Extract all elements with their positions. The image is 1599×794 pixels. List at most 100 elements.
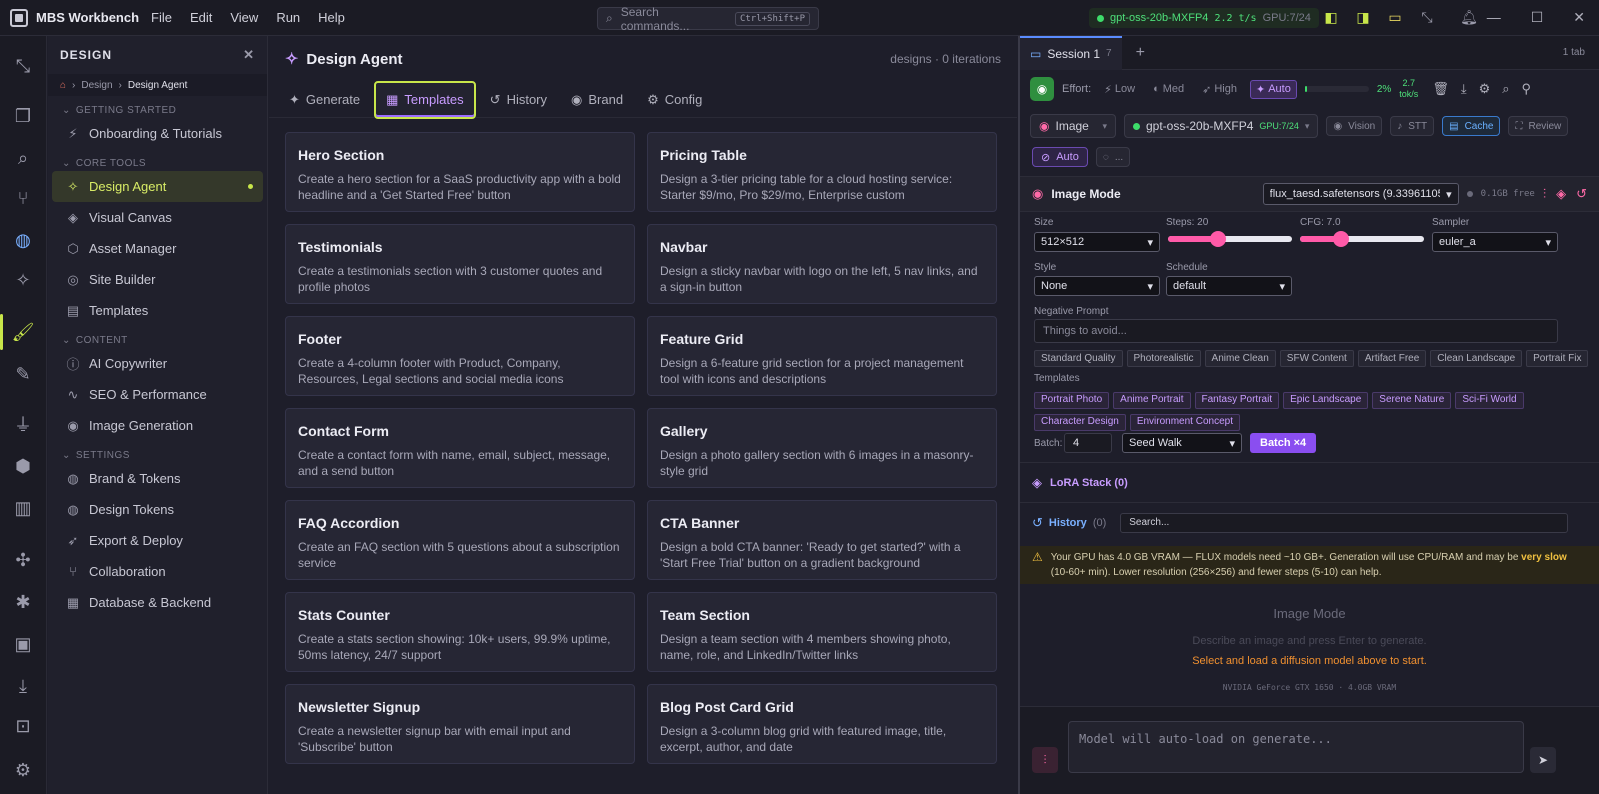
bell-icon[interactable]: 🔔︎ <box>1460 8 1478 26</box>
breadcrumb-design[interactable]: Design <box>81 80 112 91</box>
batch-generate-button[interactable]: Batch ×4 <box>1250 433 1317 453</box>
sparkle-icon[interactable]: ✧ <box>9 266 37 294</box>
effort-low-button[interactable]: ⚡︎ Low <box>1099 81 1140 98</box>
layout-icon[interactable]: ▭ <box>1386 8 1404 26</box>
close-window-icon[interactable]: ✕ <box>1573 9 1585 26</box>
tab-generate[interactable]: ✦ Generate <box>279 82 370 118</box>
menu-file[interactable]: File <box>142 10 181 25</box>
vision-toggle[interactable]: ◉ Vision <box>1326 116 1383 136</box>
template-card[interactable]: Feature Grid Design a 6-feature grid sect… <box>647 316 997 396</box>
cache-toggle[interactable]: ▤ Cache <box>1442 116 1501 136</box>
cfg-thumb[interactable] <box>1332 231 1349 247</box>
sidebar-item-visual-canvas[interactable]: ◈ Visual Canvas <box>52 202 263 233</box>
sidebar-item-image-generation[interactable]: ◉ Image Generation <box>52 410 263 441</box>
sidebar-section-label[interactable]: ⌄ GETTING STARTED <box>48 96 267 118</box>
sidebar-item-seo-performance[interactable]: ∿ SEO & Performance <box>52 379 263 410</box>
search-icon[interactable]: ⌕ <box>9 144 37 172</box>
command-palette-input[interactable]: ⌕ Search commands... Ctrl+Shift+P <box>597 5 819 33</box>
sidebar-item-export-deploy[interactable]: ➶ Export & Deploy <box>52 525 263 556</box>
collapse-icon[interactable]: ⤡ <box>1418 8 1436 26</box>
image-template-tag[interactable]: Portrait Photo <box>1034 391 1110 409</box>
batch-count-input[interactable]: 4 <box>1064 433 1112 453</box>
template-card[interactable]: CTA Banner Design a bold CTA banner: 'Rea… <box>647 500 997 580</box>
negative-preset-tag[interactable]: Portrait Fix <box>1526 350 1589 367</box>
chip-icon[interactable]: ▣ <box>9 630 37 658</box>
menu-edit[interactable]: Edit <box>181 10 221 25</box>
sidebar-item-design-agent[interactable]: ✧ Design Agent <box>52 171 263 202</box>
review-toggle[interactable]: ⛶ Review <box>1508 116 1569 136</box>
maximize-icon[interactable]: ☐ <box>1531 9 1544 26</box>
add-session-icon[interactable]: + <box>1136 44 1145 62</box>
template-card[interactable]: Gallery Design a photo gallery section wi… <box>647 408 997 488</box>
sidebar-item-design-tokens[interactable]: ◍ Design Tokens <box>52 494 263 525</box>
sidebar-item-brand-tokens[interactable]: ◍ Brand & Tokens <box>52 463 263 494</box>
image-template-tag[interactable]: Serene Nature <box>1372 391 1452 409</box>
download-icon[interactable]: ⤓ <box>1461 81 1467 97</box>
gear-icon[interactable]: ⚙ <box>1479 81 1491 97</box>
sidebar-section-label[interactable]: ⌄ CORE TOOLS <box>48 149 267 171</box>
template-card[interactable]: FAQ Accordion Create an FAQ section with … <box>285 500 635 580</box>
template-card[interactable]: Contact Form Create a contact form with n… <box>285 408 635 488</box>
sidebar-section-label[interactable]: ⌄ CONTENT <box>48 326 267 348</box>
sidebar-item-site-builder[interactable]: ◎ Site Builder <box>52 264 263 295</box>
template-card[interactable]: Newsletter Signup Create a newsletter sig… <box>285 684 635 764</box>
image-template-tag[interactable]: Fantasy Portrait <box>1194 391 1280 409</box>
lora-stack-row[interactable]: ◈ LoRA Stack (0) <box>1020 462 1599 502</box>
seed-mode-select[interactable]: Seed Walk ▾ <box>1122 433 1242 453</box>
analytics-icon[interactable]: ▥ <box>9 494 37 522</box>
sampler-select[interactable]: euler_a ▾ <box>1432 232 1558 252</box>
toggle-right-panel-icon[interactable]: ◨ <box>1354 8 1372 26</box>
stt-toggle[interactable]: ♪ STT <box>1390 116 1435 136</box>
home-icon[interactable]: ⌂ <box>60 80 66 91</box>
puzzle-icon[interactable]: ✣ <box>9 546 37 574</box>
style-select[interactable]: None ▾ <box>1034 276 1160 296</box>
template-card[interactable]: Hero Section Create a hero section for a … <box>285 132 635 212</box>
wrench-icon[interactable]: ✎ <box>9 360 37 388</box>
collapse-arrows-icon[interactable]: ⤡ <box>9 52 37 80</box>
mode-select[interactable]: ◉ Image ▾ <box>1030 114 1116 138</box>
sidebar-item-collaboration[interactable]: ⑂ Collaboration <box>52 556 263 587</box>
tab-config[interactable]: ⚙ Config <box>637 82 712 118</box>
template-card[interactable]: Testimonials Create a testimonials sectio… <box>285 224 635 304</box>
download-icon[interactable]: ⤓ <box>9 672 37 700</box>
image-template-tag[interactable]: Epic Landscape <box>1283 391 1369 409</box>
history-icon[interactable]: ↺ <box>1576 186 1587 202</box>
bug-icon[interactable]: ✱ <box>9 588 37 616</box>
negative-preset-tag[interactable]: Artifact Free <box>1357 350 1427 367</box>
sidebar-item-database-backend[interactable]: ▦ Database & Backend <box>52 587 263 618</box>
loading-chip[interactable]: ◌... <box>1095 147 1131 167</box>
image-template-tag[interactable]: Anime Portrait <box>1113 391 1191 409</box>
plug-icon[interactable]: ⏚ <box>9 410 37 438</box>
cfg-slider[interactable] <box>1300 231 1424 247</box>
sidebar-item-asset-manager[interactable]: ⬡ Asset Manager <box>52 233 263 264</box>
session-tab[interactable]: ▭ Session 1 7 <box>1020 35 1122 70</box>
minimize-icon[interactable]: — <box>1487 9 1501 26</box>
steps-slider[interactable] <box>1168 231 1292 247</box>
effort-med-button[interactable]: ◐ Med <box>1148 81 1189 97</box>
model-status[interactable]: gpt-oss-20b-MXFP4 2.2 t/s GPU:7/24 <box>1089 8 1319 28</box>
template-card[interactable]: Stats Counter Create a stats section show… <box>285 592 635 672</box>
tab-history[interactable]: ↺ History <box>480 82 557 118</box>
robot-icon[interactable]: ◉ <box>1030 77 1054 101</box>
schedule-select[interactable]: default ▾ <box>1166 276 1292 296</box>
gear-icon[interactable]: ⚙ <box>9 756 37 784</box>
sidebar-item-templates[interactable]: ▤ Templates <box>52 295 263 326</box>
history-label[interactable]: History <box>1049 517 1087 529</box>
negative-preset-tag[interactable]: Anime Clean <box>1204 350 1276 367</box>
template-card[interactable]: Blog Post Card Grid Design a 3-column blo… <box>647 684 997 764</box>
negative-preset-tag[interactable]: Photorealistic <box>1126 350 1201 367</box>
template-card[interactable]: Navbar Design a sticky navbar with logo o… <box>647 224 997 304</box>
negative-prompt-input[interactable]: Things to avoid... <box>1034 319 1558 343</box>
size-select[interactable]: 512×512 ▾ <box>1034 232 1160 252</box>
toggle-left-panel-icon[interactable]: ◧ <box>1322 8 1340 26</box>
pin-icon[interactable]: ⚲ <box>1522 81 1532 97</box>
auto-chip[interactable]: ⊘ Auto <box>1032 147 1088 167</box>
sidebar-section-label[interactable]: ⌄ SETTINGS <box>48 441 267 463</box>
template-card[interactable]: Team Section Design a team section with 4… <box>647 592 997 672</box>
template-card[interactable]: Pricing Table Design a 3-tier pricing tab… <box>647 132 997 212</box>
sidebar-item-ai-copywriter[interactable]: ⓘ AI Copywriter <box>52 348 263 379</box>
files-icon[interactable]: ❐ <box>9 102 37 130</box>
diffusion-model-select[interactable]: flux_taesd.safetensors (9.33961105346 ▾ <box>1262 183 1459 205</box>
menu-help[interactable]: Help <box>309 10 354 25</box>
image-template-tag[interactable]: Character Design <box>1034 413 1126 431</box>
